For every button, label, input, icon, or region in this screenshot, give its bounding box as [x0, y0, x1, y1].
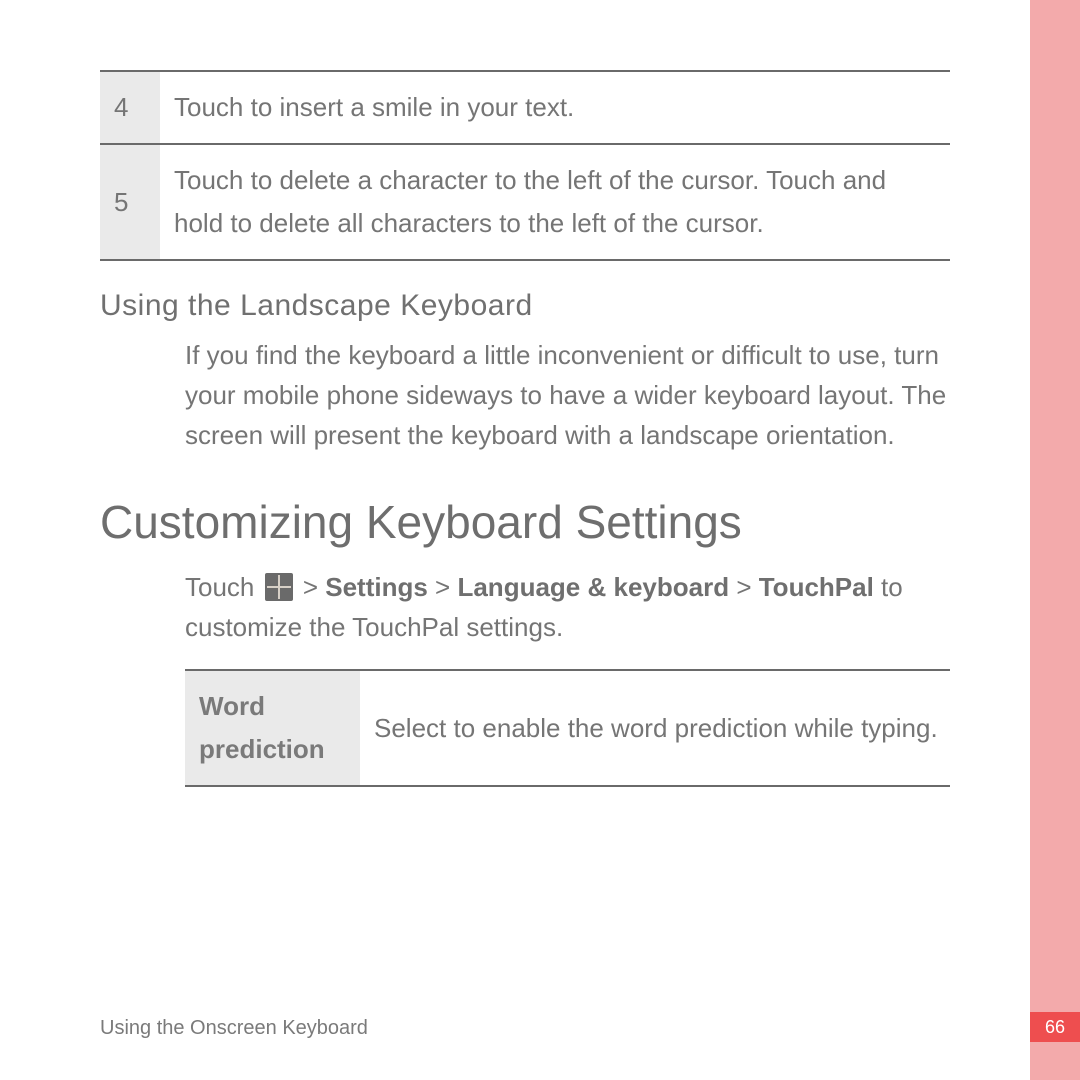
section-heading-customizing: Customizing Keyboard Settings — [100, 495, 970, 549]
side-accent-bar — [1030, 0, 1080, 1080]
paragraph-landscape: If you find the keyboard a little inconv… — [185, 335, 965, 455]
setting-label: Word prediction — [185, 670, 360, 786]
action-description: Touch to delete a character to the left … — [160, 144, 950, 260]
paragraph-path: Touch > Settings > Language & keyboard >… — [185, 567, 965, 647]
text: > — [729, 572, 759, 602]
footer-chapter-title: Using the Onscreen Keyboard — [100, 1017, 368, 1040]
table-row: 5 Touch to delete a character to the lef… — [100, 144, 950, 260]
action-number: 4 — [100, 71, 160, 144]
nav-touchpal: TouchPal — [759, 572, 874, 602]
actions-table: 4 Touch to insert a smile in your text. … — [100, 70, 950, 261]
subsection-heading-landscape: Using the Landscape Keyboard — [100, 289, 970, 323]
page-number-badge: 66 — [1030, 1012, 1080, 1042]
table-row: Word prediction Select to enable the wor… — [185, 670, 950, 786]
text: > — [428, 572, 458, 602]
table-row: 4 Touch to insert a smile in your text. — [100, 71, 950, 144]
apps-grid-icon — [265, 573, 293, 601]
settings-table: Word prediction Select to enable the wor… — [185, 669, 950, 787]
action-number: 5 — [100, 144, 160, 260]
nav-language-keyboard: Language & keyboard — [457, 572, 729, 602]
nav-settings: Settings — [325, 572, 428, 602]
setting-description: Select to enable the word prediction whi… — [360, 670, 950, 786]
text: Touch — [185, 572, 262, 602]
action-description: Touch to insert a smile in your text. — [160, 71, 950, 144]
text: > — [296, 572, 326, 602]
page-content: 4 Touch to insert a smile in your text. … — [100, 70, 970, 787]
